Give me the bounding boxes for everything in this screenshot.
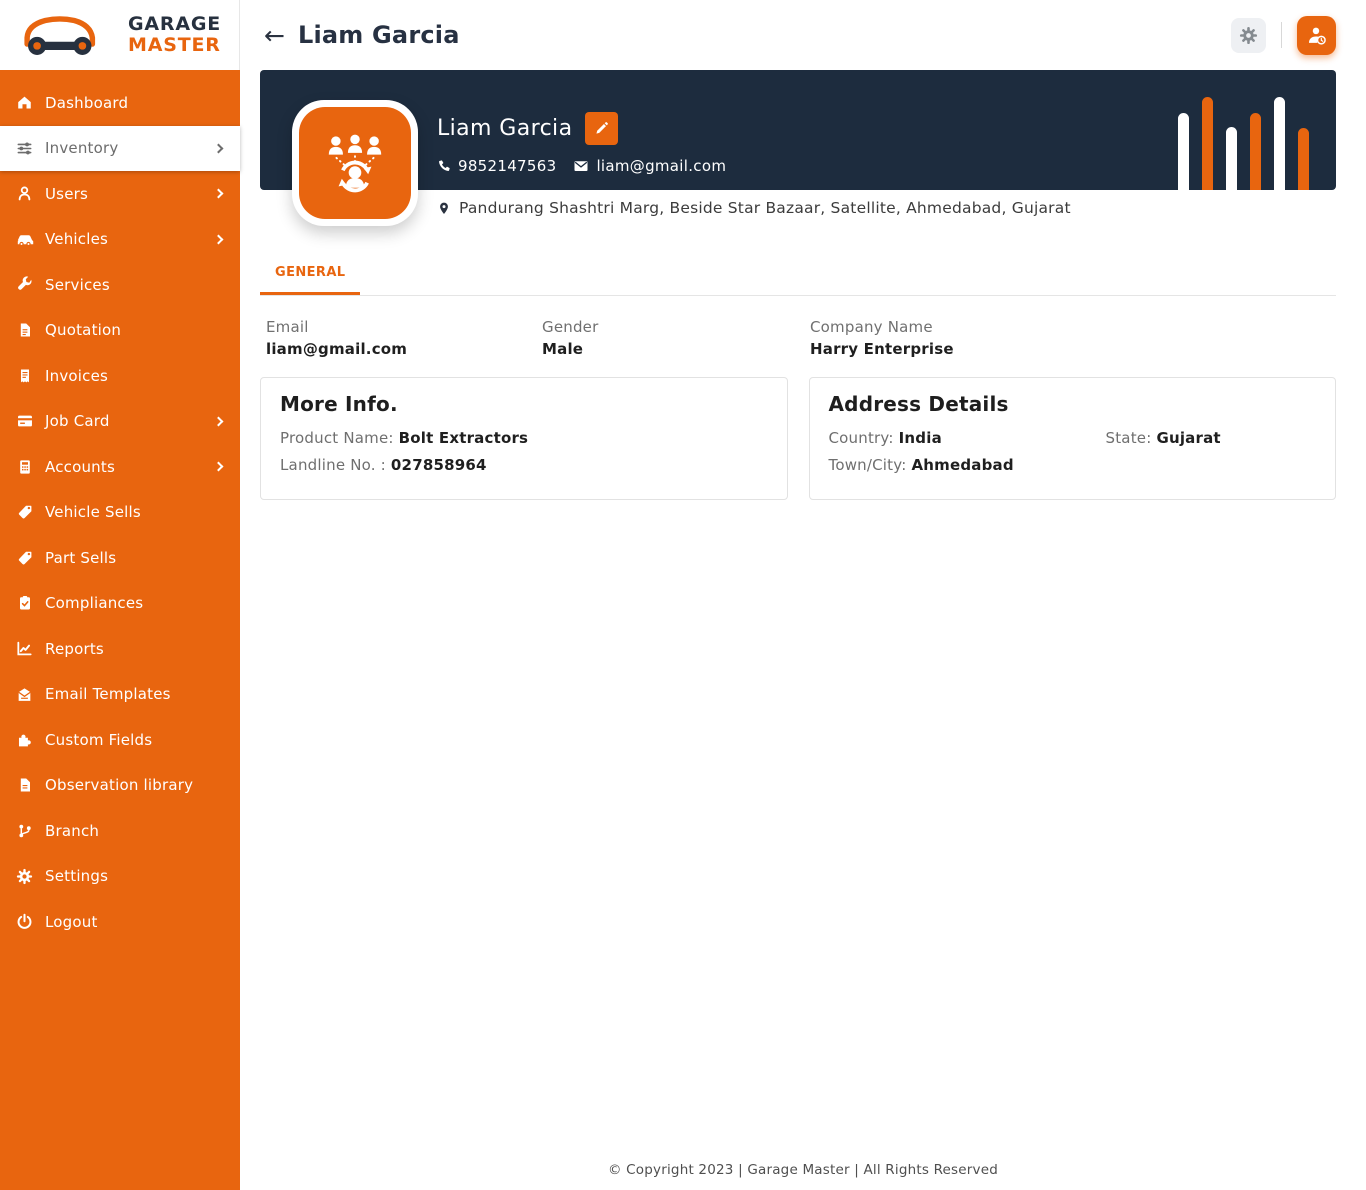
profile-hero-card: Liam Garcia 9852147563 liam@gmail.com	[260, 70, 1336, 226]
car-wrench-logo-icon	[24, 16, 96, 55]
puzzle-icon	[15, 730, 34, 749]
sidebar-item-branch[interactable]: Branch	[0, 808, 240, 854]
profile-name: Liam Garcia	[437, 116, 573, 141]
sidebar-item-dashboard[interactable]: Dashboard	[0, 80, 240, 126]
address-row-state: State: Gujarat	[1105, 429, 1221, 447]
general-fields: Email liam@gmail.com Gender Male Company…	[260, 318, 1336, 358]
sidebar-item-invoices[interactable]: Invoices	[0, 353, 240, 399]
back-button[interactable]: ←	[264, 23, 285, 48]
app-logo: GARAGE MASTER	[0, 0, 240, 70]
profile-info: Liam Garcia 9852147563 liam@gmail.com	[260, 70, 1336, 175]
address-row-city: Town/City: Ahmedabad	[828, 456, 1014, 474]
field-company-name: Company Name Harry Enterprise	[810, 318, 954, 358]
sidebar-item-compliances[interactable]: Compliances	[0, 581, 240, 627]
sidebar-item-observation-library[interactable]: Observation library	[0, 763, 240, 809]
id-card-icon	[15, 412, 34, 431]
more-info-row: Product Name: Bolt Extractors	[280, 429, 529, 447]
sidebar-item-email-templates[interactable]: Email Templates	[0, 672, 240, 718]
sidebar: GARAGE MASTER Dashboard Inventory Users	[0, 0, 240, 1190]
decorative-bar-chart	[1178, 97, 1309, 190]
more-info-title: More Info.	[280, 392, 398, 416]
content: Liam Garcia 9852147563 liam@gmail.com Pa…	[240, 70, 1366, 500]
decoration-bar	[1202, 97, 1213, 190]
field-email: Email liam@gmail.com	[266, 318, 408, 358]
decoration-bar	[1298, 128, 1309, 190]
car-icon	[15, 230, 34, 249]
more-info-row: Landline No. : 027858964	[280, 456, 487, 474]
sidebar-item-vehicle-sells[interactable]: Vehicle Sells	[0, 490, 240, 536]
tab-general[interactable]: GENERAL	[260, 265, 361, 295]
decoration-bar	[1250, 113, 1261, 190]
avatar	[292, 100, 418, 226]
sidebar-item-settings[interactable]: Settings	[0, 854, 240, 900]
phone-icon	[439, 160, 450, 171]
chevron-right-icon	[213, 188, 224, 199]
user-log-icon	[1308, 27, 1326, 45]
wrench-icon	[15, 275, 34, 294]
sidebar-item-job-card[interactable]: Job Card	[0, 399, 240, 445]
edit-profile-button[interactable]	[585, 112, 619, 145]
page-title: Liam Garcia	[297, 21, 460, 49]
sidebar-menu: Dashboard Inventory Users Vehicles Servi…	[0, 70, 240, 945]
user-icon	[15, 184, 34, 203]
location-pin-icon	[440, 202, 448, 214]
footer-copyright: © Copyright 2023 | Garage Master | All R…	[607, 1162, 999, 1178]
sidebar-item-part-sells[interactable]: Part Sells	[0, 535, 240, 581]
brand-name: GARAGE MASTER	[128, 14, 221, 55]
envelope-open-icon	[15, 685, 34, 704]
tag-icon	[15, 548, 34, 567]
topbar-divider	[1281, 22, 1282, 48]
chevron-right-icon	[213, 416, 224, 427]
receipt-icon	[15, 366, 34, 385]
sidebar-item-services[interactable]: Services	[0, 262, 240, 308]
field-gender: Gender Male	[542, 318, 599, 358]
more-info-card: More Info. Product Name: Bolt Extractors…	[260, 377, 788, 500]
profile-address: Pandurang Shashtri Marg, Beside Star Baz…	[459, 199, 1071, 217]
sidebar-item-users[interactable]: Users	[0, 171, 240, 217]
sidebar-item-logout[interactable]: Logout	[0, 899, 240, 945]
chevron-right-icon	[213, 461, 224, 472]
sidebar-item-reports[interactable]: Reports	[0, 626, 240, 672]
home-icon	[15, 93, 34, 112]
sliders-icon	[15, 139, 34, 158]
settings-button[interactable]	[1231, 17, 1266, 53]
detail-cards: More Info. Product Name: Bolt Extractors…	[260, 377, 1336, 500]
calculator-icon	[15, 457, 34, 476]
chevron-right-icon	[213, 143, 224, 154]
address-details-card: Address Details Country: India State: Gu…	[808, 377, 1336, 500]
gear-icon	[15, 867, 34, 886]
sidebar-item-vehicles[interactable]: Vehicles	[0, 217, 240, 263]
chevron-right-icon	[213, 234, 224, 245]
user-log-button[interactable]	[1297, 15, 1336, 55]
file-icon	[15, 776, 34, 795]
code-branch-icon	[15, 821, 34, 840]
profile-address-row: Pandurang Shashtri Marg, Beside Star Baz…	[260, 199, 1336, 217]
decoration-bar	[1226, 127, 1237, 190]
gear-icon	[1239, 26, 1258, 44]
address-row-country: Country: India	[828, 429, 942, 447]
mail-icon	[574, 161, 588, 171]
profile-email: liam@gmail.com	[596, 157, 727, 175]
customer-group-sync-icon	[328, 134, 382, 193]
brand-line1: GARAGE	[128, 13, 222, 36]
brand-line2: MASTER	[128, 34, 221, 56]
sidebar-item-inventory[interactable]: Inventory	[0, 125, 240, 171]
tag-icon	[15, 503, 34, 522]
document-icon	[15, 321, 34, 340]
topbar: ← Liam Garcia	[240, 0, 1366, 70]
address-details-title: Address Details	[828, 392, 1009, 416]
clipboard-check-icon	[15, 594, 34, 613]
sidebar-item-custom-fields[interactable]: Custom Fields	[0, 717, 240, 763]
sidebar-item-accounts[interactable]: Accounts	[0, 444, 240, 490]
main-area: ← Liam Garcia Liam Garcia 9852147563 lia…	[240, 0, 1366, 1190]
tab-bar: GENERAL	[260, 261, 1336, 296]
pencil-icon	[596, 122, 609, 134]
sidebar-item-quotation[interactable]: Quotation	[0, 308, 240, 354]
chart-line-icon	[15, 639, 34, 658]
decoration-bar	[1274, 97, 1285, 190]
power-icon	[15, 912, 34, 931]
decoration-bar	[1178, 113, 1189, 190]
profile-phone: 9852147563	[458, 157, 557, 175]
